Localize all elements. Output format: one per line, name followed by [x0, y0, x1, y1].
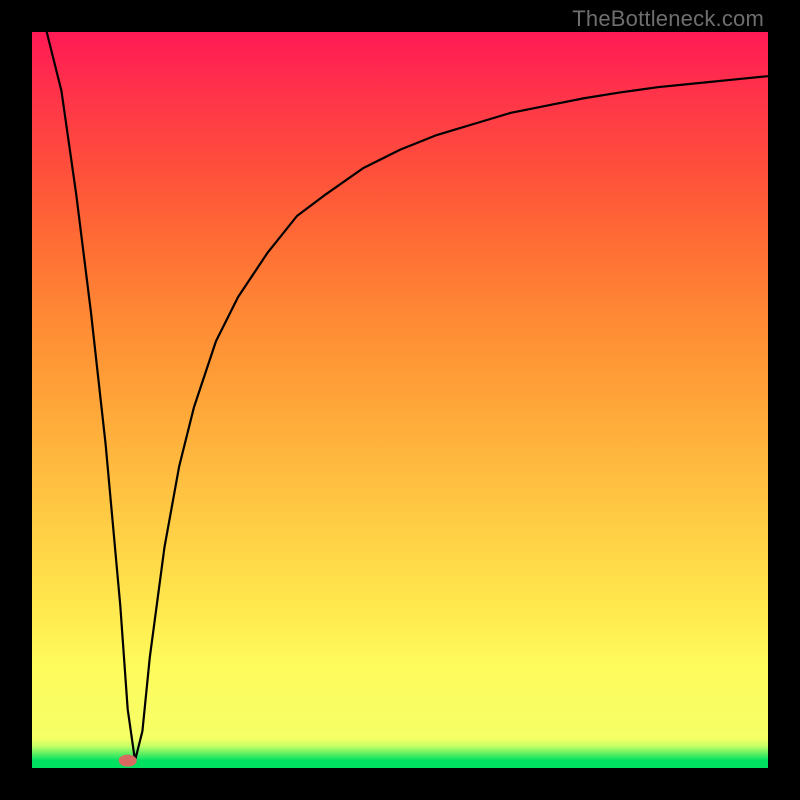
chart-frame: TheBottleneck.com	[0, 0, 800, 800]
watermark-text: TheBottleneck.com	[572, 6, 764, 32]
bottleneck-curve	[32, 0, 768, 761]
plot-area	[32, 32, 768, 768]
curve-svg	[32, 32, 768, 768]
min-marker	[119, 755, 137, 767]
